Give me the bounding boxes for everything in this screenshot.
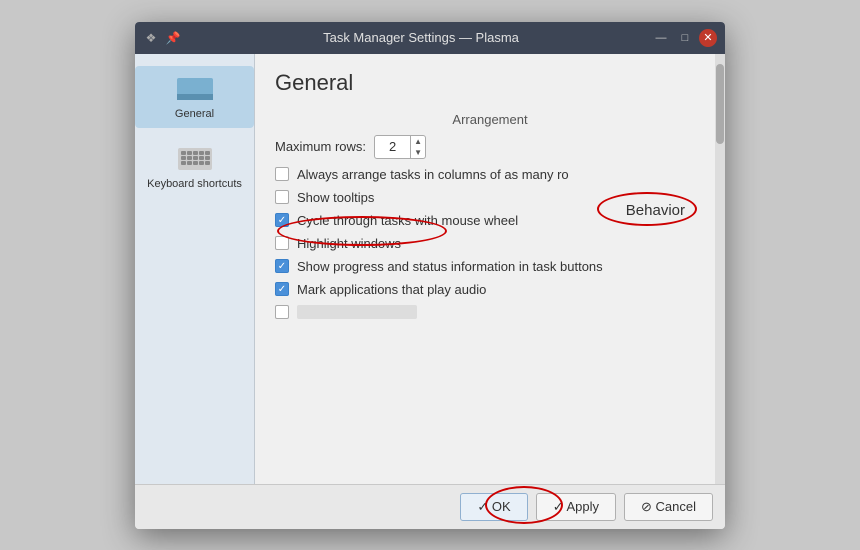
behavior-label: Behavior — [626, 202, 685, 219]
titlebar: ❖ 📌 Task Manager Settings — Plasma — □ ✕ — [135, 22, 725, 54]
minimize-button[interactable]: — — [651, 28, 671, 48]
sidebar-general-label: General — [175, 108, 214, 120]
spinbox-arrows: ▲ ▼ — [410, 136, 425, 158]
spinbox-up[interactable]: ▲ — [411, 136, 425, 147]
highlight-windows-checkbox[interactable] — [275, 236, 289, 250]
always-arrange-label: Always arrange tasks in columns of as ma… — [297, 167, 569, 182]
ok-button[interactable]: ✓ OK — [460, 493, 527, 521]
max-rows-label: Maximum rows: — [275, 139, 366, 154]
page-title: General — [275, 70, 705, 96]
max-rows-row: Maximum rows: 2 ▲ ▼ — [275, 135, 705, 159]
partial-checkbox[interactable] — [275, 305, 289, 319]
close-button[interactable]: ✕ — [699, 29, 717, 47]
sidebar-keyboard-label: Keyboard shortcuts — [147, 178, 242, 190]
spinbox-value: 2 — [375, 139, 410, 154]
show-tooltips-checkbox[interactable] — [275, 190, 289, 204]
sidebar-item-keyboard-shortcuts[interactable]: Keyboard shortcuts — [135, 136, 254, 198]
always-arrange-row: Always arrange tasks in columns of as ma… — [275, 167, 705, 182]
always-arrange-checkbox[interactable] — [275, 167, 289, 181]
mark-audio-row: Mark applications that play audio — [275, 282, 705, 297]
window-title: Task Manager Settings — Plasma — [191, 30, 651, 45]
spinbox-down[interactable]: ▼ — [411, 147, 425, 158]
highlight-windows-row: Highlight windows — [275, 236, 705, 251]
show-tooltips-label: Show tooltips — [297, 190, 374, 205]
scrollbar[interactable] — [715, 54, 725, 484]
bottom-bar: ✓ OK ✓ Apply ⊘ Cancel — [135, 484, 725, 529]
mark-audio-checkbox[interactable] — [275, 282, 289, 296]
show-progress-label: Show progress and status information in … — [297, 259, 603, 274]
apply-button[interactable]: ✓ Apply — [536, 493, 616, 521]
sidebar-item-general[interactable]: General — [135, 66, 254, 128]
partial-row — [275, 305, 705, 319]
lock-icon[interactable]: 📌 — [165, 30, 181, 46]
show-progress-checkbox[interactable] — [275, 259, 289, 273]
max-rows-spinbox[interactable]: 2 ▲ ▼ — [374, 135, 426, 159]
cancel-button[interactable]: ⊘ Cancel — [624, 493, 713, 521]
settings-window: ❖ 📌 Task Manager Settings — Plasma — □ ✕… — [135, 22, 725, 529]
highlight-windows-label: Highlight windows — [297, 236, 401, 251]
mark-audio-label: Mark applications that play audio — [297, 282, 486, 297]
titlebar-left-icons: ❖ 📌 — [143, 30, 181, 46]
cycle-tasks-checkbox[interactable] — [275, 213, 289, 227]
show-progress-row: Show progress and status information in … — [275, 259, 705, 274]
titlebar-controls: — □ ✕ — [651, 28, 717, 48]
scrollbar-thumb[interactable] — [716, 64, 724, 144]
pin-icon[interactable]: ❖ — [143, 30, 159, 46]
main-area: General Keyboard shortcuts General Arran… — [135, 54, 725, 484]
sidebar: General Keyboard shortcuts — [135, 54, 255, 484]
arrangement-label: Arrangement — [275, 112, 705, 127]
cycle-tasks-label: Cycle through tasks with mouse wheel — [297, 213, 518, 228]
general-icon — [175, 74, 215, 104]
maximize-button[interactable]: □ — [675, 28, 695, 48]
content-area: General Arrangement Maximum rows: 2 ▲ ▼ … — [255, 54, 725, 484]
keyboard-icon — [175, 144, 215, 174]
